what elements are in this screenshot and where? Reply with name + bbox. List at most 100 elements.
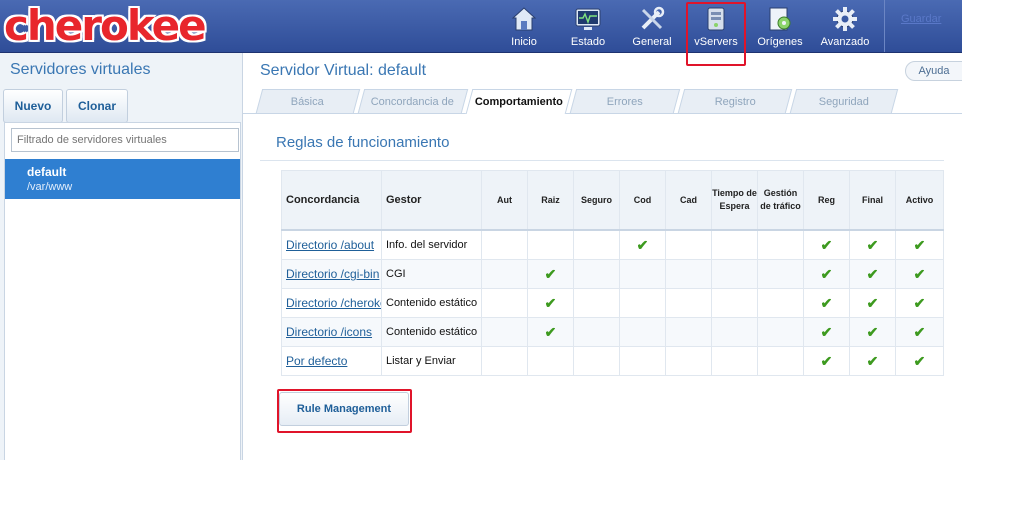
check-icon[interactable]: ✔	[895, 259, 944, 289]
col-seguro: Seguro	[573, 170, 620, 231]
empty-cell	[573, 229, 620, 260]
empty-cell	[481, 317, 528, 347]
empty-cell	[481, 288, 528, 318]
nav-inicio[interactable]: Inicio	[496, 0, 552, 52]
gear-icon	[833, 7, 857, 31]
tab-label: Concordancia de	[371, 96, 455, 108]
empty-cell	[757, 317, 804, 347]
section-title: Reglas de funcionamiento	[276, 134, 450, 151]
rules-body: Directorio /about Info. del servidor ✔ ✔ ✔ ✔ D…	[281, 229, 944, 376]
nav-general[interactable]: General	[624, 0, 680, 52]
tab-seguridad[interactable]: Seguridad	[789, 89, 899, 113]
rule-link[interactable]: Directorio /cgi-bin	[286, 267, 379, 281]
empty-cell	[619, 288, 666, 318]
table-row: Directorio /icons Contenido estático ✔ ✔ ✔ ✔	[281, 317, 944, 347]
empty-cell	[619, 346, 666, 376]
nav-label: Avanzado	[820, 36, 870, 48]
col-cad: Cad	[665, 170, 712, 231]
check-icon[interactable]: ✔	[895, 317, 944, 347]
match-cell: Directorio /about	[281, 229, 382, 260]
check-icon[interactable]: ✔	[895, 288, 944, 318]
col-match: Concordancia	[281, 170, 382, 231]
server-list-panel: default /var/www	[4, 122, 241, 460]
table-row: Directorio /about Info. del servidor ✔ ✔ ✔ ✔	[281, 229, 944, 260]
check-icon[interactable]: ✔	[527, 317, 574, 347]
empty-cell	[573, 317, 620, 347]
tab-label: Seguridad	[818, 96, 869, 108]
empty-cell	[665, 317, 712, 347]
empty-cell	[481, 346, 528, 376]
check-icon[interactable]: ✔	[849, 317, 896, 347]
check-icon[interactable]: ✔	[895, 346, 944, 376]
check-icon[interactable]: ✔	[527, 288, 574, 318]
sidebar-title: Servidores virtuales	[10, 61, 151, 78]
nav-avanzado[interactable]: Avanzado	[814, 0, 876, 52]
tab-registro[interactable]: Registro	[677, 89, 793, 113]
match-cell: Directorio /cherokee_themes	[281, 288, 382, 318]
empty-cell	[619, 317, 666, 347]
rule-link[interactable]: Directorio /cherokee_themes	[286, 296, 381, 310]
rule-link[interactable]: Directorio /about	[286, 238, 374, 252]
col-handler: Gestor	[381, 170, 482, 231]
check-icon[interactable]: ✔	[803, 229, 850, 260]
check-icon[interactable]: ✔	[895, 229, 944, 260]
tab-label: Errores	[606, 96, 643, 108]
check-icon[interactable]: ✔	[803, 317, 850, 347]
tab-label: Básica	[291, 96, 325, 108]
col-aut: Aut	[481, 170, 528, 231]
empty-cell	[665, 346, 712, 376]
table-row: Por defecto Listar y Enviar ✔ ✔ ✔	[281, 346, 944, 376]
empty-cell	[757, 288, 804, 318]
top-bar: cherokee Inicio Estado General vServers …	[0, 0, 962, 53]
tab-concordancia[interactable]: Concordancia de	[357, 89, 469, 113]
tab-label: Comportamiento	[474, 96, 563, 108]
new-button[interactable]: Nuevo	[3, 89, 63, 123]
empty-cell	[665, 229, 712, 260]
tab-basica[interactable]: Básica	[255, 89, 361, 113]
check-icon[interactable]: ✔	[619, 229, 666, 260]
col-activo: Activo	[895, 170, 944, 231]
match-cell: Directorio /cgi-bin	[281, 259, 382, 289]
save-link[interactable]: Guardar	[901, 13, 941, 25]
clone-button[interactable]: Clonar	[66, 89, 128, 123]
check-icon[interactable]: ✔	[849, 259, 896, 289]
check-icon[interactable]: ✔	[803, 288, 850, 318]
rule-link[interactable]: Por defecto	[286, 354, 347, 368]
col-reg: Reg	[803, 170, 850, 231]
empty-cell	[757, 346, 804, 376]
server-list-item[interactable]: default /var/www	[5, 159, 240, 199]
empty-cell	[665, 259, 712, 289]
empty-cell	[711, 288, 758, 318]
check-icon[interactable]: ✔	[849, 346, 896, 376]
match-cell: Directorio /icons	[281, 317, 382, 347]
nav-label: General	[632, 36, 672, 48]
check-icon[interactable]: ✔	[527, 259, 574, 289]
check-icon[interactable]: ✔	[803, 346, 850, 376]
check-icon[interactable]: ✔	[849, 229, 896, 260]
empty-cell	[757, 229, 804, 260]
check-icon[interactable]: ✔	[803, 259, 850, 289]
check-icon[interactable]: ✔	[849, 288, 896, 318]
table-header-row: Concordancia Gestor Aut Raiz Seguro Cod …	[281, 170, 944, 231]
nav-estado[interactable]: Estado	[560, 0, 616, 52]
tab-bar: Básica Concordancia de Comportamiento Er…	[243, 89, 962, 114]
empty-cell	[711, 259, 758, 289]
server-name: default	[27, 165, 67, 179]
server-filter-input[interactable]	[11, 128, 239, 152]
empty-cell	[757, 259, 804, 289]
tools-icon	[641, 6, 665, 30]
table-row: Directorio /cherokee_themesContenido est…	[281, 288, 944, 318]
tab-comportamiento[interactable]: Comportamiento	[465, 89, 573, 114]
empty-cell	[527, 346, 574, 376]
help-button[interactable]: Ayuda	[905, 61, 962, 81]
annotation-box	[277, 389, 412, 433]
rule-link[interactable]: Directorio /icons	[286, 325, 372, 339]
col-tiempo: Tiempo de Espera	[711, 170, 758, 231]
nav-origenes[interactable]: Orígenes	[752, 0, 808, 52]
empty-cell	[573, 288, 620, 318]
monitor-icon	[575, 8, 601, 30]
cherokee-logo[interactable]: cherokee	[4, 0, 207, 52]
empty-cell	[527, 229, 574, 260]
tab-errores[interactable]: Errores	[569, 89, 681, 113]
rules-table: Concordancia Gestor Aut Raiz Seguro Cod …	[281, 170, 944, 376]
